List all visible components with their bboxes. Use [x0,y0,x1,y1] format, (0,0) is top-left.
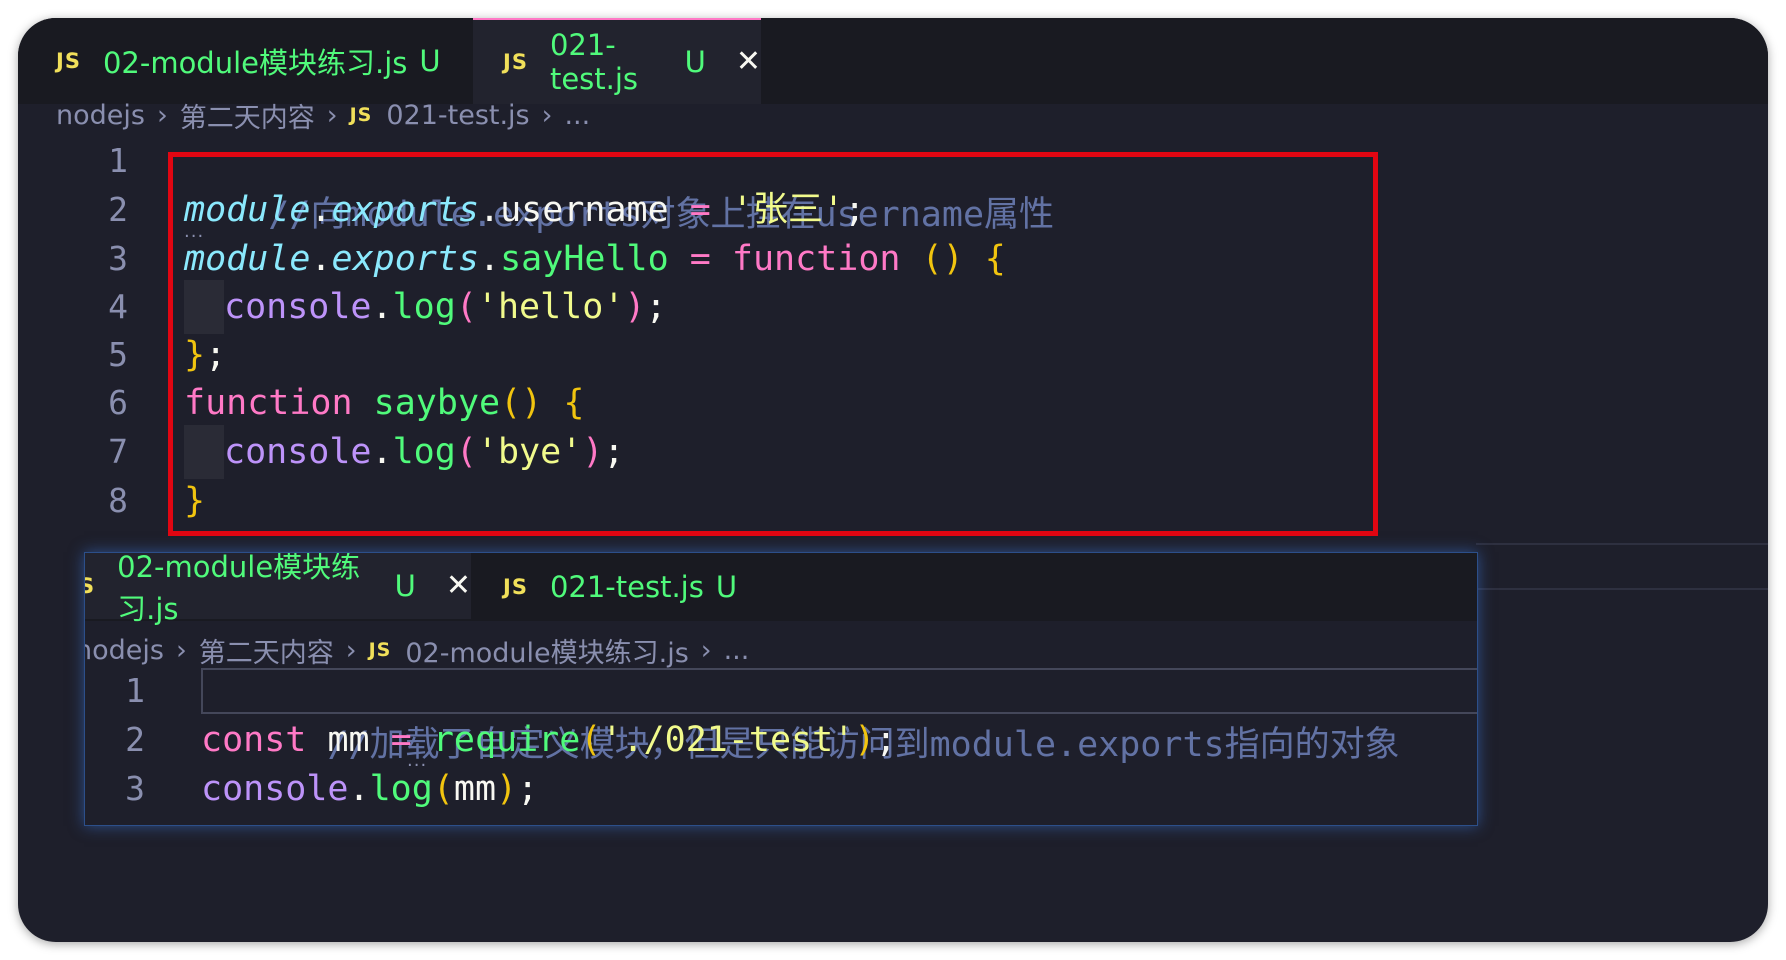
untracked-badge: U [715,570,738,604]
code-line-1[interactable]: //加载了自定义模块，但是只能访问到module.exports指向的对象 [201,664,1399,765]
js-file-icon: JS [503,50,528,74]
token-dot: . [348,769,370,809]
chevron-right-icon: › [541,99,553,131]
token-function-name: require [432,720,581,760]
token-operator: = [369,720,433,760]
breadcrumb: nodejs › 第二天内容 › JS 021-test.js › ... [56,90,590,140]
line-number: 2 [108,190,128,229]
breadcrumb-subfolder[interactable]: 第二天内容 [180,96,315,135]
line-number: 7 [108,432,128,471]
close-tab-icon[interactable]: ✕ [736,47,761,77]
editor-window: JS 02-module模块练习.js U JS 021-test.js U ✕… [18,18,1768,942]
chevron-right-icon: › [700,634,712,666]
token-semicolon: ; [875,720,897,760]
untracked-badge: U [394,569,416,603]
line-number: 8 [108,481,128,520]
line-number: 6 [108,383,128,422]
code-line-2[interactable]: const mm = require('./021-test'); [201,713,896,767]
tab-label: 021-test.js [549,28,639,96]
tab-02-module[interactable]: S 02-module模块练习.js U ✕ [85,553,471,626]
token-paren: ( [432,769,454,809]
bottom-tab-bar: S 02-module模块练习.js U ✕ JS 021-test.js U [85,553,1477,626]
js-file-icon: JS [368,639,392,661]
red-highlight-box [168,152,1378,536]
line-number: 1 [108,141,128,180]
tab-021-test[interactable]: JS 021-test.js U [503,553,763,621]
js-file-icon: S [85,574,95,598]
chevron-right-icon: › [345,634,357,666]
breadcrumb-more[interactable]: ... [724,635,750,666]
tab-label: 02-module模块练习.js [102,46,408,80]
token-paren: ( [580,720,602,760]
js-file-icon: JS [56,49,81,73]
token-semicolon: ; [517,769,539,809]
chevron-right-icon: › [326,99,338,131]
code-line-3[interactable]: console.log(mm); [201,762,538,816]
close-tab-icon[interactable]: ✕ [446,571,471,601]
line-number: 4 [108,287,128,326]
token-variable: mm [327,720,370,760]
line-number: 2 [125,720,145,759]
chevron-right-icon: › [175,634,187,666]
js-file-icon: JS [349,104,373,126]
js-file-icon: JS [503,575,528,599]
token-console: console [201,769,349,809]
token-paren: ) [496,769,518,809]
divider [1476,588,1768,590]
token-paren: ) [854,720,876,760]
token-function-name: log [369,769,433,809]
tab-label: 02-module模块练习.js [117,552,361,626]
token-argument: mm [453,769,497,809]
line-number: 5 [108,335,128,374]
untracked-badge: U [684,45,706,79]
line-number: 3 [125,769,145,808]
token-keyword: const [201,720,307,760]
breadcrumb-folder[interactable]: nodejs [56,100,145,131]
divider [1476,543,1768,545]
line-number: 1 [125,671,145,710]
token-string: './021-test' [601,720,855,760]
line-number: 3 [108,239,128,278]
chevron-right-icon: › [156,99,168,131]
bottom-editor-pane: S 02-module模块练习.js U ✕ JS 021-test.js U … [84,552,1478,826]
breadcrumb-file[interactable]: 021-test.js [386,100,529,131]
breadcrumb-more[interactable]: ... [564,100,590,131]
breadcrumb-folder[interactable]: nodejs [85,635,164,666]
tab-label: 021-test.js [549,570,704,604]
untracked-badge: U [419,44,441,78]
